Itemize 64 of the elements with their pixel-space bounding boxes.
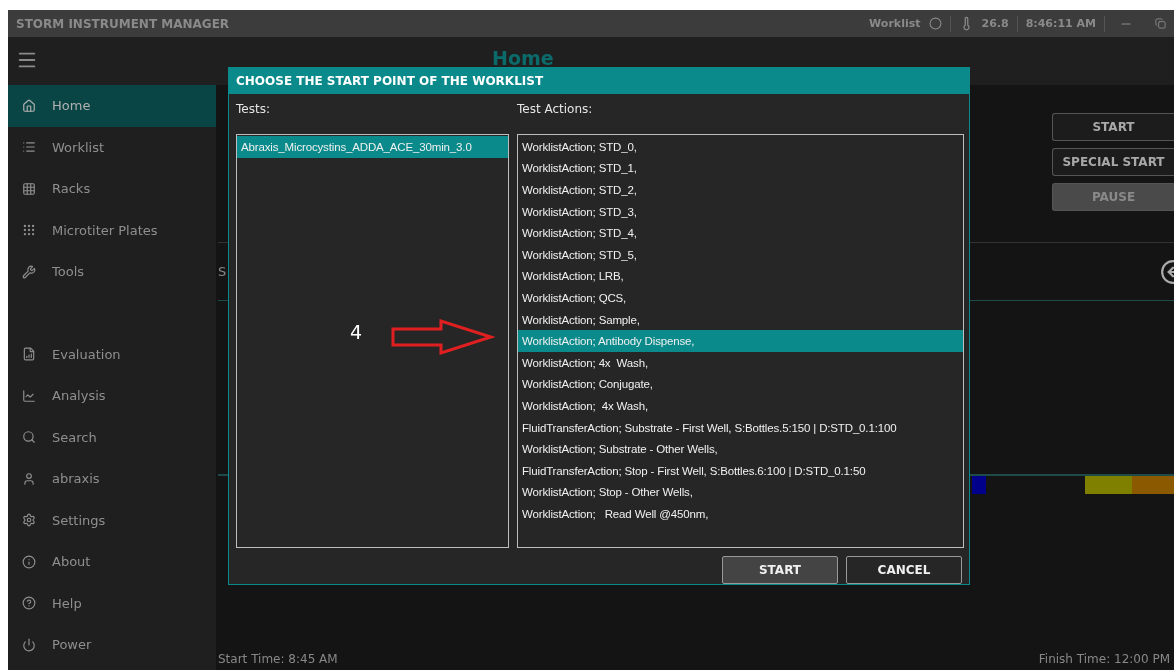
wrench-icon [22, 264, 36, 279]
action-item[interactable]: WorklistAction; STD_1, [518, 157, 963, 180]
sidebar-item[interactable]: Search [8, 416, 216, 458]
arrow-icon [391, 319, 495, 355]
action-item[interactable]: WorklistAction; 4x Wash, [518, 351, 963, 374]
action-item[interactable]: FluidTransferAction; Substrate - First Well, S:Bottles.5:150 | D:STD_0.1:100 [518, 416, 963, 439]
sidebar-item[interactable]: Power [8, 624, 216, 666]
action-item[interactable]: WorklistAction; Read Well @450nm, [518, 503, 963, 525]
action-item[interactable]: FluidTransferAction; Stop - First Well, S:Bottles.6:100 | D:STD_0.1:50 [518, 459, 963, 482]
sidebar-item[interactable]: Help [8, 582, 216, 624]
line-chart-icon [22, 388, 36, 403]
sidebar-item[interactable]: Settings [8, 499, 216, 541]
sidebar-item[interactable]: Microtiter Plates [8, 209, 216, 251]
search-icon [22, 430, 36, 445]
action-item[interactable]: WorklistAction; STD_2, [518, 179, 963, 201]
app-title: STORM INSTRUMENT MANAGER [16, 16, 230, 31]
action-button[interactable]: SPECIAL START [1052, 148, 1174, 176]
action-item[interactable]: WorklistAction; STD_4, [518, 222, 963, 244]
power-icon [22, 637, 36, 652]
action-item[interactable]: WorklistAction; QCS, [518, 287, 963, 309]
sidebar-item[interactable]: Worklist [8, 126, 216, 168]
action-button[interactable]: START [1052, 113, 1174, 141]
sidebar-item[interactable]: abraxis [8, 458, 216, 500]
page-title: Home [492, 47, 554, 69]
test-item[interactable]: Abraxis_Microcystins_ADDA_ACE_30min_3.0 [237, 136, 508, 158]
dialog-title: CHOOSE THE START POINT OF THE WORKLIST [229, 68, 969, 94]
sidebar-item[interactable]: Home [8, 85, 216, 127]
info-icon [22, 554, 36, 569]
restore-icon[interactable] [1155, 18, 1166, 29]
action-item[interactable]: WorklistAction; LRB, [518, 265, 963, 288]
action-item[interactable]: WorklistAction; Conjugate, [518, 373, 963, 396]
user-icon [22, 471, 36, 486]
finish-time: Finish Time: 12:00 PM [1038, 652, 1170, 666]
actions-label: Test Actions: [517, 102, 594, 118]
help-icon [22, 596, 36, 611]
status-circle-icon [928, 17, 942, 30]
sidebar-item[interactable]: Evaluation [8, 333, 216, 375]
cancel-button[interactable]: CANCEL [846, 556, 962, 584]
start-time: Start Time: 8:45 AM [218, 652, 338, 666]
settings-icon [22, 513, 36, 528]
start-button[interactable]: START [722, 556, 838, 584]
home-icon [22, 98, 36, 113]
tests-label: Tests: [236, 102, 271, 118]
temperature-reading: 26.8 [981, 17, 1009, 30]
sidebar-item[interactable]: About [8, 541, 216, 583]
worklist-status: Worklist [869, 17, 921, 30]
list-icon [22, 140, 36, 155]
action-item[interactable]: WorklistAction; Stop - Other Wells, [518, 481, 963, 504]
step-number: 4 [350, 321, 363, 343]
action-item[interactable]: WorklistAction; Antibody Dispense, [518, 330, 963, 352]
sidebar-item[interactable]: Racks [8, 168, 216, 210]
action-item[interactable]: WorklistAction; STD_0, [518, 136, 963, 158]
action-item[interactable]: WorklistAction; STD_3, [518, 200, 963, 223]
grid-icon [22, 181, 36, 196]
action-item[interactable]: WorklistAction; Substrate - Other Wells, [518, 438, 963, 460]
sidebar-item[interactable]: Tools [8, 251, 216, 293]
clock-time: 8:46:11 AM [1025, 17, 1096, 30]
sidebar-item[interactable]: Analysis [8, 375, 216, 417]
action-item[interactable]: WorklistAction; 4x Wash, [518, 395, 963, 417]
section-label: S [218, 264, 227, 279]
action-item[interactable]: WorklistAction; Sample, [518, 308, 963, 331]
action-item[interactable]: WorklistAction; STD_5, [518, 243, 963, 266]
dots-icon [22, 223, 36, 238]
document-chart-icon [22, 347, 36, 362]
